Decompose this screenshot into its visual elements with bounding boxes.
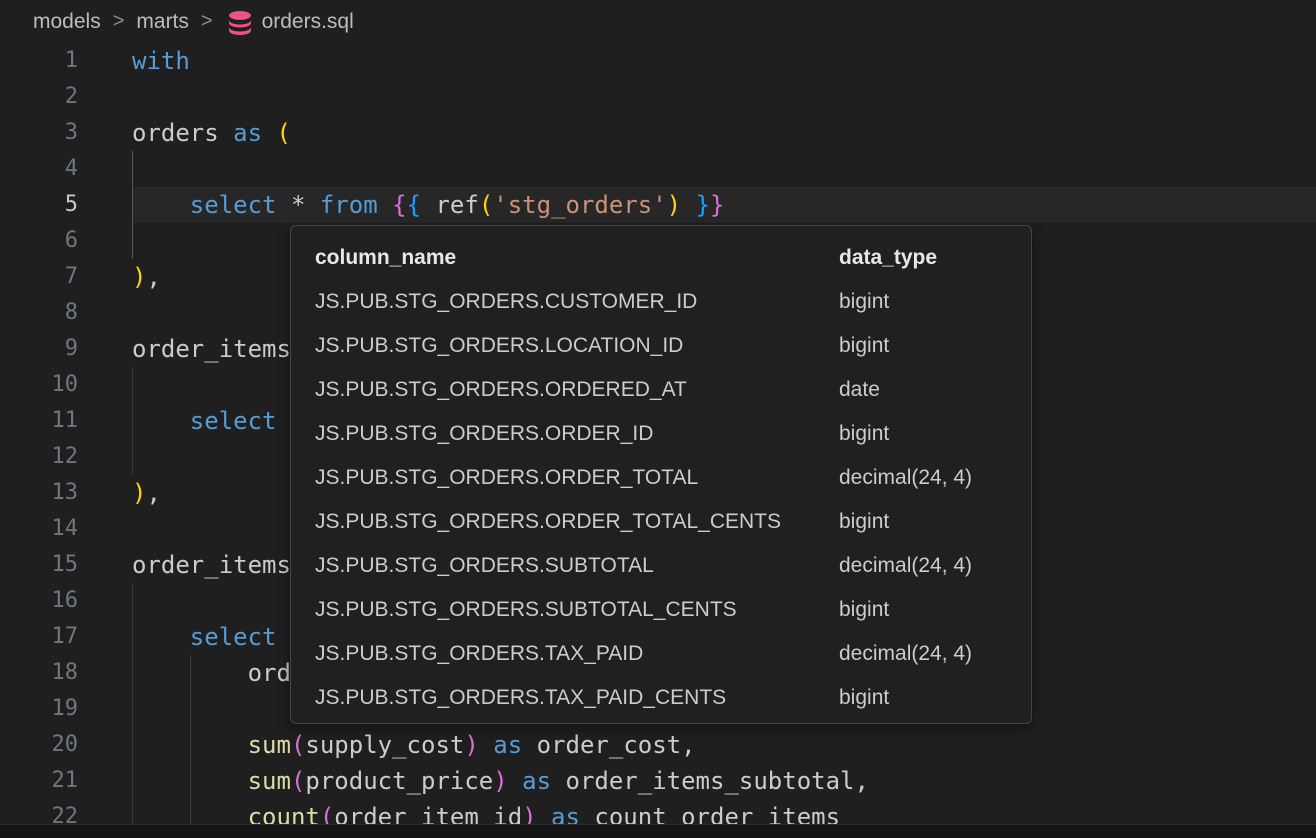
tooltip-row: JS.PUB.STG_ORDERS.ORDER_IDbigint [291, 412, 1031, 456]
code-line-4[interactable]: 4 [0, 151, 1316, 187]
code-line-1[interactable]: 1 with [0, 43, 1316, 79]
code-line-2[interactable]: 2 [0, 79, 1316, 115]
code-text: with [132, 43, 190, 79]
tooltip-cell-data-type: bigint [839, 598, 1031, 622]
tooltip-row: JS.PUB.STG_ORDERS.TAX_PAID_CENTSbigint [291, 676, 1031, 720]
line-number[interactable]: 14 [0, 511, 78, 547]
code-text: select [132, 619, 277, 655]
breadcrumb: models > marts > orders.sql [0, 0, 1316, 43]
code-text: orders as ( [132, 115, 291, 151]
breadcrumb-separator-icon: > [113, 10, 125, 33]
code-text: sum(product_price) as order_items_subtot… [132, 763, 869, 799]
tooltip-row: JS.PUB.STG_ORDERS.LOCATION_IDbigint [291, 324, 1031, 368]
line-number[interactable]: 12 [0, 439, 78, 475]
code-text: order_items [132, 547, 291, 583]
tooltip-cell-data-type: decimal(24, 4) [839, 466, 1031, 490]
tooltip-cell-column-name: JS.PUB.STG_ORDERS.TAX_PAID_CENTS [315, 686, 839, 710]
line-number[interactable]: 17 [0, 619, 78, 655]
line-number[interactable]: 1 [0, 43, 78, 79]
code-text: order_items [132, 331, 291, 367]
tooltip-cell-data-type: decimal(24, 4) [839, 642, 1031, 666]
tooltip-cell-column-name: JS.PUB.STG_ORDERS.CUSTOMER_ID [315, 290, 839, 314]
line-number[interactable]: 6 [0, 223, 78, 259]
tooltip-cell-data-type: decimal(24, 4) [839, 554, 1031, 578]
line-number[interactable]: 15 [0, 547, 78, 583]
line-number[interactable]: 4 [0, 151, 78, 187]
line-number[interactable]: 5 [0, 187, 78, 223]
tooltip-row: JS.PUB.STG_ORDERS.ORDER_TOTALdecimal(24,… [291, 456, 1031, 500]
line-number[interactable]: 10 [0, 367, 78, 403]
tooltip-rows: JS.PUB.STG_ORDERS.CUSTOMER_IDbigintJS.PU… [291, 280, 1031, 720]
code-text: select [132, 403, 277, 439]
code-text: sum(supply_cost) as order_cost, [132, 727, 696, 763]
tooltip-cell-column-name: JS.PUB.STG_ORDERS.ORDERED_AT [315, 378, 839, 402]
line-number[interactable]: 7 [0, 259, 78, 295]
tooltip-cell-column-name: JS.PUB.STG_ORDERS.SUBTOTAL_CENTS [315, 598, 839, 622]
tooltip-cell-data-type: bigint [839, 334, 1031, 358]
tooltip-header-row: column_name data_type [291, 236, 1031, 280]
tooltip-row: JS.PUB.STG_ORDERS.CUSTOMER_IDbigint [291, 280, 1031, 324]
tooltip-header-column-name: column_name [315, 246, 839, 270]
breadcrumb-item-models[interactable]: models [33, 10, 101, 34]
tooltip-cell-column-name: JS.PUB.STG_ORDERS.TAX_PAID [315, 642, 839, 666]
tooltip-cell-column-name: JS.PUB.STG_ORDERS.ORDER_TOTAL [315, 466, 839, 490]
breadcrumb-item-marts[interactable]: marts [136, 10, 189, 34]
code-editor-window: models > marts > orders.sql 1 with 23 order… [0, 0, 1316, 838]
line-number[interactable]: 9 [0, 331, 78, 367]
tooltip-cell-data-type: bigint [839, 686, 1031, 710]
line-number[interactable]: 11 [0, 403, 78, 439]
tooltip-cell-column-name: JS.PUB.STG_ORDERS.SUBTOTAL [315, 554, 839, 578]
tooltip-row: JS.PUB.STG_ORDERS.SUBTOTALdecimal(24, 4) [291, 544, 1031, 588]
database-icon [227, 11, 253, 36]
line-number[interactable]: 20 [0, 727, 78, 763]
tooltip-row: JS.PUB.STG_ORDERS.ORDER_TOTAL_CENTSbigin… [291, 500, 1031, 544]
tooltip-row: JS.PUB.STG_ORDERS.SUBTOTAL_CENTSbigint [291, 588, 1031, 632]
line-number[interactable]: 2 [0, 79, 78, 115]
tooltip-cell-data-type: bigint [839, 290, 1031, 314]
breadcrumb-separator-icon: > [201, 10, 213, 33]
code-line-21[interactable]: 21 sum(product_price) as order_items_sub… [0, 763, 1316, 799]
code-text: ), [132, 259, 161, 295]
tooltip-row: JS.PUB.STG_ORDERS.TAX_PAIDdecimal(24, 4) [291, 632, 1031, 676]
tooltip-cell-data-type: bigint [839, 510, 1031, 534]
line-number[interactable]: 8 [0, 295, 78, 331]
breadcrumb-item-file[interactable]: orders.sql [262, 10, 354, 34]
line-number[interactable]: 21 [0, 763, 78, 799]
line-number[interactable]: 13 [0, 475, 78, 511]
tooltip-cell-data-type: date [839, 378, 1031, 402]
code-line-20[interactable]: 20 sum(supply_cost) as order_cost, [0, 727, 1316, 763]
code-text: select * from {{ ref('stg_orders') }} [132, 187, 724, 223]
tooltip-cell-data-type: bigint [839, 422, 1031, 446]
line-number[interactable]: 16 [0, 583, 78, 619]
tooltip-cell-column-name: JS.PUB.STG_ORDERS.ORDER_TOTAL_CENTS [315, 510, 839, 534]
code-line-5[interactable]: 5 select * from {{ ref('stg_orders') }} [0, 187, 1316, 223]
schema-tooltip: column_name data_type JS.PUB.STG_ORDERS.… [290, 225, 1032, 724]
bottom-panel-edge [0, 824, 1316, 838]
tooltip-row: JS.PUB.STG_ORDERS.ORDERED_ATdate [291, 368, 1031, 412]
tooltip-cell-column-name: JS.PUB.STG_ORDERS.ORDER_ID [315, 422, 839, 446]
line-number[interactable]: 19 [0, 691, 78, 727]
tooltip-cell-column-name: JS.PUB.STG_ORDERS.LOCATION_ID [315, 334, 839, 358]
tooltip-header-data-type: data_type [839, 246, 1031, 270]
code-text: ord [132, 655, 291, 691]
code-text: ), [132, 475, 161, 511]
line-number[interactable]: 18 [0, 655, 78, 691]
code-line-3[interactable]: 3 orders as ( [0, 115, 1316, 151]
line-number[interactable]: 3 [0, 115, 78, 151]
